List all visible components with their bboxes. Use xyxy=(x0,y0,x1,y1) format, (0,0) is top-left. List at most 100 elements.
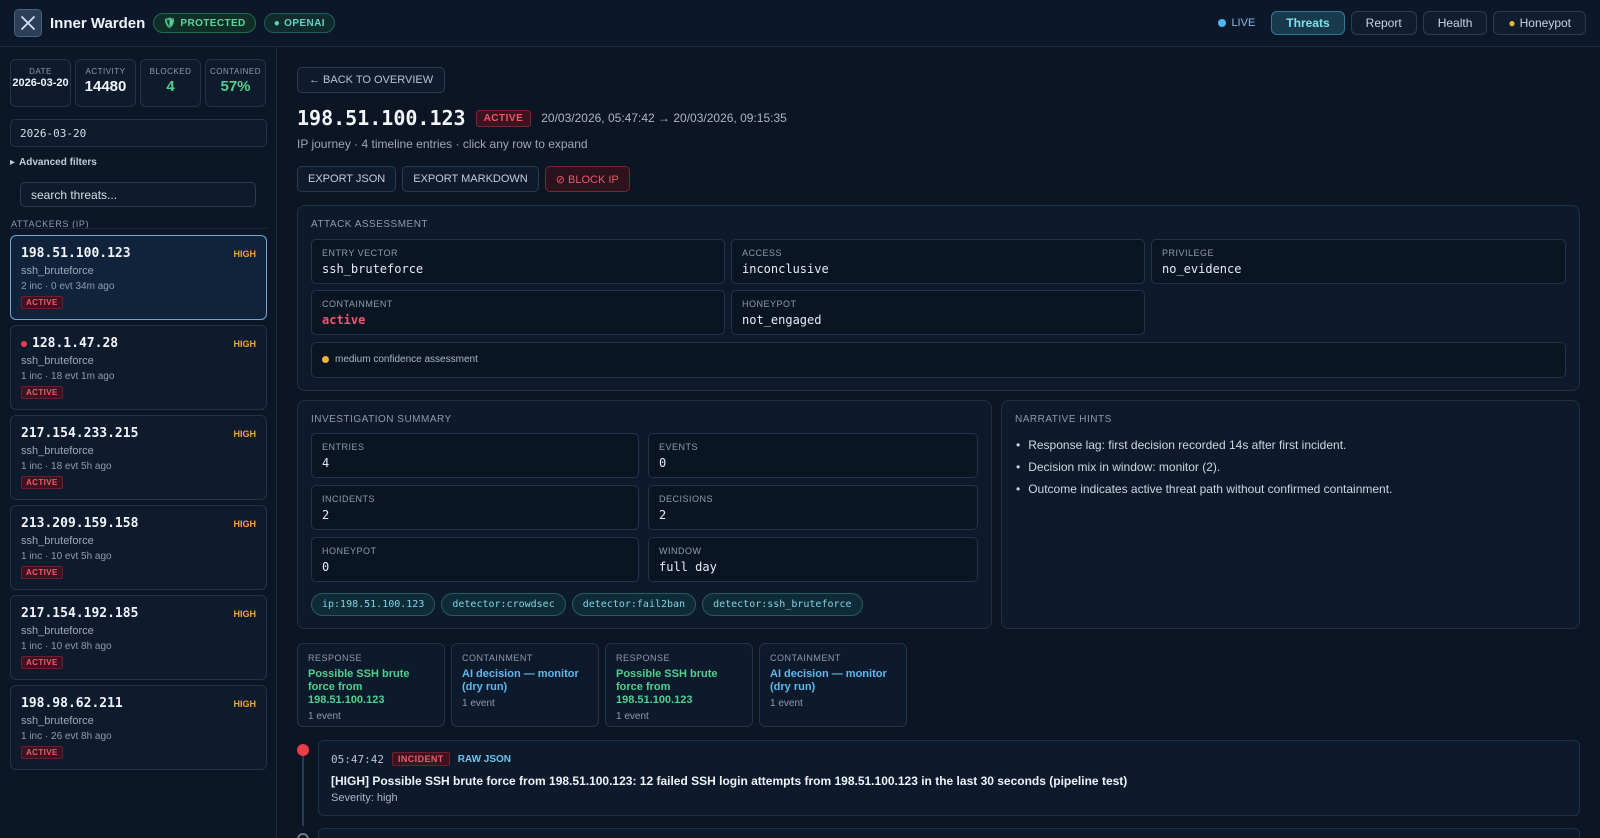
stat-contained: CONTAINED 57% xyxy=(205,59,266,107)
hint-item: Outcome indicates active threat path wit… xyxy=(1016,482,1392,496)
date-input[interactable]: 2026-03-20 xyxy=(10,119,267,147)
field-honeypot: HONEYPOT not_engaged xyxy=(731,290,1145,335)
nav-threats[interactable]: Threats xyxy=(1271,11,1345,35)
stat-activity: ACTIVITY 14480 xyxy=(75,59,136,107)
app-title: Inner Warden xyxy=(50,14,146,32)
attacker-ip: 217.154.192.185 xyxy=(21,606,139,621)
attacker-ip: 217.154.233.215 xyxy=(21,426,139,441)
severity-label: HIGH xyxy=(233,339,257,349)
attacker-meta: 1 inc · 26 evt 8h ago xyxy=(21,731,112,742)
attacker-card[interactable]: 198.51.100.123 HIGH ssh_bruteforce 2 inc… xyxy=(10,235,267,320)
attacker-card[interactable]: 128.1.47.28 HIGH ssh_bruteforce 1 inc · … xyxy=(10,325,267,410)
field-incidents: INCIDENTS 2 xyxy=(311,485,639,530)
timeline-dot-icon xyxy=(297,744,309,756)
attacker-card[interactable]: 213.209.159.158 HIGH ssh_bruteforce 1 in… xyxy=(10,505,267,590)
severity-label: HIGH xyxy=(233,519,257,529)
back-to-overview-button[interactable]: ← BACK TO OVERVIEW xyxy=(297,67,446,93)
hint-item: Response lag: first decision recorded 14… xyxy=(1016,438,1392,452)
live-dot-icon xyxy=(1218,19,1227,27)
stat-blocked: BLOCKED 4 xyxy=(140,59,201,107)
time-range: 20/03/2026, 05:47:42 → 20/03/2026, 09:15… xyxy=(541,111,787,125)
field-window: WINDOW full day xyxy=(648,537,978,582)
field-entry-vector: ENTRY VECTOR ssh_bruteforce xyxy=(311,239,725,284)
confidence-dot-icon xyxy=(322,356,329,363)
app-logo xyxy=(14,9,42,37)
field-honeypot-count: HONEYPOT 0 xyxy=(311,537,639,582)
protected-pill: 🛡 PROTECTED xyxy=(153,13,256,33)
investigation-summary-panel: INVESTIGATION SUMMARY ENTRIES 4 EVENTS 0… xyxy=(297,400,992,629)
attacker-ip: 198.51.100.123 xyxy=(21,246,131,261)
panel-title: INVESTIGATION SUMMARY xyxy=(311,414,452,425)
raw-json-link[interactable]: RAW JSON xyxy=(458,754,511,765)
timeline-card[interactable]: CONTAINMENT AI decision — monitor (dry r… xyxy=(451,643,599,727)
hints-list: Response lag: first decision recorded 14… xyxy=(1016,438,1392,504)
timeline-card[interactable]: CONTAINMENT AI decision — monitor (dry r… xyxy=(759,643,907,727)
advanced-filters-toggle[interactable]: ▸ Advanced filters xyxy=(10,157,97,168)
export-markdown-button[interactable]: EXPORT MARKDOWN xyxy=(402,166,539,192)
attacker-detector: ssh_bruteforce xyxy=(21,625,94,637)
field-privilege: PRIVILEGE no_evidence xyxy=(1151,239,1566,284)
attacker-meta: 2 inc · 0 evt 34m ago xyxy=(21,281,115,292)
attack-assessment-panel: ATTACK ASSESSMENT ENTRY VECTOR ssh_brute… xyxy=(297,205,1580,391)
attacker-ip: 198.98.62.211 xyxy=(21,696,123,711)
timeline-card[interactable]: RESPONSE Possible SSH brute force from 1… xyxy=(297,643,445,727)
timeline-entry[interactable] xyxy=(318,828,1580,838)
nav-report[interactable]: Report xyxy=(1350,11,1417,35)
field-entries: ENTRIES 4 xyxy=(311,433,639,478)
stats-row: DATE 2026-03-20 ACTIVITY 14480 BLOCKED 4… xyxy=(10,59,266,107)
search-input[interactable]: search threats... xyxy=(20,182,256,207)
field-events: EVENTS 0 xyxy=(648,433,978,478)
timeline-line xyxy=(302,756,304,826)
logo-x-icon xyxy=(21,16,35,30)
header-nav: LIVE Threats Report Health ● Honeypot xyxy=(1218,11,1586,35)
entry-time: 05:47:42 xyxy=(331,752,384,766)
narrative-hints-panel: NARRATIVE HINTS Response lag: first deci… xyxy=(1001,400,1580,629)
status-badge: ACTIVE xyxy=(21,386,63,399)
attacker-ip: 213.209.159.158 xyxy=(21,516,139,531)
attacker-ip: 128.1.47.28 xyxy=(32,336,119,351)
status-badge: ACTIVE xyxy=(21,746,63,759)
entry-severity: Severity: high xyxy=(331,792,398,804)
attacker-card[interactable]: 198.98.62.211 HIGH ssh_bruteforce 1 inc … xyxy=(10,685,267,770)
timeline-dot-icon xyxy=(297,833,309,838)
field-decisions: DECISIONS 2 xyxy=(648,485,978,530)
timeline-entry[interactable]: 05:47:42 INCIDENT RAW JSON [HIGH] Possib… xyxy=(318,740,1580,816)
severity-label: HIGH xyxy=(233,249,257,259)
tag-chip[interactable]: detector:fail2ban xyxy=(571,593,697,616)
attacker-card[interactable]: 217.154.233.215 HIGH ssh_bruteforce 1 in… xyxy=(10,415,267,500)
status-badge: ACTIVE xyxy=(21,566,63,579)
attacker-detector: ssh_bruteforce xyxy=(21,445,94,457)
attacker-meta: 1 inc · 10 evt 5h ago xyxy=(21,551,112,562)
openai-pill: ● OPENAI xyxy=(263,13,335,33)
severity-label: HIGH xyxy=(233,429,257,439)
severity-label: HIGH xyxy=(233,699,257,709)
honeypot-icon: ● xyxy=(1508,16,1516,30)
panel-title: NARRATIVE HINTS xyxy=(1015,414,1112,425)
journey-description: IP journey · 4 timeline entries · click … xyxy=(297,137,588,151)
attacker-detector: ssh_bruteforce xyxy=(21,715,94,727)
confidence-text: medium confidence assessment xyxy=(335,354,478,365)
tag-list: ip:198.51.100.123 detector:crowdsec dete… xyxy=(311,593,863,616)
divider xyxy=(10,228,267,229)
export-json-button[interactable]: EXPORT JSON xyxy=(297,166,397,192)
attacker-detector: ssh_bruteforce xyxy=(21,355,94,367)
attacker-detector: ssh_bruteforce xyxy=(21,265,94,277)
tag-chip[interactable]: detector:crowdsec xyxy=(441,593,566,616)
attacker-detector: ssh_bruteforce xyxy=(21,535,94,547)
robot-icon: ● xyxy=(273,17,281,29)
severity-label: HIGH xyxy=(233,609,257,619)
attacker-card[interactable]: 217.154.192.185 HIGH ssh_bruteforce 1 in… xyxy=(10,595,267,680)
page-title: 198.51.100.123 xyxy=(297,106,466,130)
sidebar: DATE 2026-03-20 ACTIVITY 14480 BLOCKED 4… xyxy=(0,47,277,838)
entry-message: [HIGH] Possible SSH brute force from 198… xyxy=(331,774,1128,788)
attacker-meta: 1 inc · 10 evt 8h ago xyxy=(21,641,112,652)
tag-chip[interactable]: detector:ssh_bruteforce xyxy=(702,593,863,616)
nav-honeypot[interactable]: ● Honeypot xyxy=(1493,11,1586,35)
status-badge: ACTIVE xyxy=(21,656,63,669)
status-badge: ACTIVE xyxy=(21,476,63,489)
nav-health[interactable]: Health xyxy=(1422,11,1488,35)
block-ip-button[interactable]: ⊘ BLOCK IP xyxy=(544,166,630,192)
top-header: Inner Warden 🛡 PROTECTED ● OPENAI LIVE T… xyxy=(0,0,1600,47)
timeline-card[interactable]: RESPONSE Possible SSH brute force from 1… xyxy=(605,643,753,727)
tag-chip[interactable]: ip:198.51.100.123 xyxy=(311,593,436,616)
